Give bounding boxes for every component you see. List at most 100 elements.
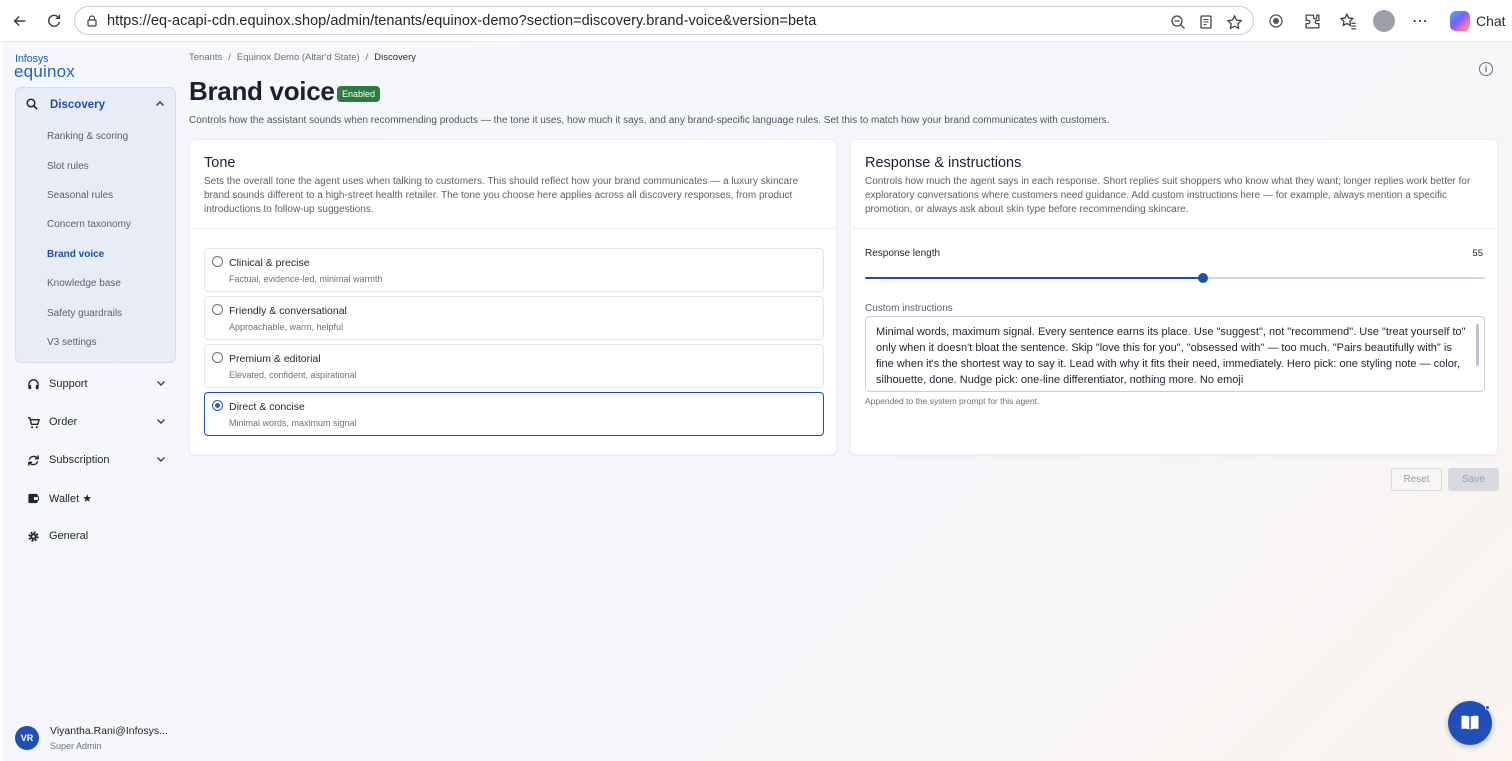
admin-app: Infosys equinox Discovery Ranking & scor… <box>3 42 1512 761</box>
search-icon <box>26 97 42 113</box>
response-card: Response & instructions Controls how muc… <box>850 139 1498 455</box>
sidebar-item-label: Wallet ★ <box>49 492 93 505</box>
breadcrumb-current: Discovery <box>374 52 416 63</box>
sidebar-item-knowledge-base[interactable]: Knowledge base <box>16 269 175 298</box>
response-length-label: Response length <box>865 248 941 259</box>
slider-fill <box>865 277 1203 279</box>
url-text: https://eq-acapi-cdn.equinox.shop/admin/… <box>107 12 817 29</box>
sidebar-item-ranking-scoring[interactable]: Ranking & scoring <box>16 122 175 151</box>
gear-icon <box>25 530 41 543</box>
breadcrumb-separator: / <box>365 52 369 63</box>
custom-instructions-help: Appended to the system prompt for this a… <box>865 396 1040 406</box>
chevron-up-icon <box>155 99 165 112</box>
sidebar-group-header-discovery[interactable]: Discovery <box>16 88 175 122</box>
custom-instructions-textarea[interactable]: Minimal words, maximum signal. Every sen… <box>865 316 1485 392</box>
address-bar[interactable]: https://eq-acapi-cdn.equinox.shop/admin/… <box>74 6 1254 35</box>
sidebar-item-brand-voice[interactable]: Brand voice <box>16 240 175 269</box>
radio-button-selected[interactable] <box>212 400 223 411</box>
response-title: Response & instructions <box>865 155 1022 171</box>
sidebar-item-slot-rules[interactable]: Slot rules <box>16 151 175 180</box>
headset-icon <box>25 378 41 391</box>
breadcrumb: Tenants / Equinox Demo (Altar'd State) /… <box>189 52 416 63</box>
tone-description: Sets the overall tone the agent uses whe… <box>204 176 799 215</box>
user-role: Super Admin <box>50 741 102 751</box>
radio-button[interactable] <box>212 352 223 363</box>
tone-option-friendly[interactable]: Friendly & conversational Approachable, … <box>204 296 824 340</box>
sidebar-group-discovery: Discovery Ranking & scoring Slot rules S… <box>15 87 176 363</box>
chevron-down-icon <box>156 415 166 429</box>
scrollbar[interactable] <box>1476 324 1479 366</box>
sidebar-item-wallet[interactable]: Wallet ★ <box>15 483 176 513</box>
site-info-icon[interactable] <box>85 14 99 28</box>
reader-mode-icon[interactable] <box>1195 11 1217 33</box>
browser-toolbar: https://eq-acapi-cdn.equinox.shop/admin/… <box>0 0 1512 42</box>
equinox-logo: equinox <box>14 62 75 81</box>
radio-button[interactable] <box>212 256 223 267</box>
info-icon[interactable]: i <box>1479 62 1493 76</box>
tone-option-clinical[interactable]: Clinical & precise Factual, evidence-led… <box>204 248 824 292</box>
radio-button[interactable] <box>212 304 223 315</box>
chevron-down-icon <box>156 377 166 391</box>
option-label: Premium & editorial <box>229 353 321 365</box>
custom-instructions-text: Minimal words, maximum signal. Every sen… <box>876 326 1466 386</box>
user-profile[interactable]: VR Viyantha.Rani@Infosys... Super Admin <box>15 725 168 751</box>
response-length-value: 55 <box>1472 248 1483 259</box>
option-subtitle: Minimal words, maximum signal <box>229 418 357 428</box>
sidebar-item-subscription[interactable]: Subscription <box>15 445 176 475</box>
option-subtitle: Approachable, warm, helpful <box>229 322 344 332</box>
sidebar-item-order[interactable]: Order <box>15 407 176 437</box>
sidebar-item-label: Support <box>49 378 88 390</box>
reset-button[interactable]: Reset <box>1391 468 1442 491</box>
profile-icon[interactable] <box>1370 7 1398 35</box>
chevron-down-icon <box>156 453 166 467</box>
tone-option-premium[interactable]: Premium & editorial Elevated, confident,… <box>204 344 824 388</box>
favorite-star-icon[interactable] <box>1223 11 1245 33</box>
help-book-button[interactable] <box>1448 701 1492 745</box>
sidebar: Infosys equinox Discovery Ranking & scor… <box>3 42 186 761</box>
breadcrumb-tenants[interactable]: Tenants <box>189 52 222 63</box>
option-label: Direct & concise <box>229 401 305 413</box>
favorites-icon[interactable] <box>1334 7 1362 35</box>
sidebar-item-safety-guardrails[interactable]: Safety guardrails <box>16 298 175 327</box>
wallet-icon <box>25 492 41 505</box>
extensions-icon[interactable] <box>1298 7 1326 35</box>
reload-icon[interactable] <box>40 7 68 35</box>
copilot-chat-button[interactable]: Chat <box>1442 7 1512 35</box>
option-label: Clinical & precise <box>229 257 310 269</box>
tone-title: Tone <box>204 155 236 171</box>
custom-instructions-label: Custom instructions <box>865 303 953 314</box>
status-badge: Enabled <box>337 86 381 102</box>
more-options-icon[interactable]: ⋯ <box>1406 7 1434 35</box>
page-description: Controls how the assistant sounds when r… <box>189 115 1110 126</box>
sidebar-item-support[interactable]: Support <box>15 369 176 399</box>
avatar: VR <box>15 726 39 750</box>
sidebar-item-concern-taxonomy[interactable]: Concern taxonomy <box>16 210 175 239</box>
user-name: Viyantha.Rani@Infosys... <box>50 725 168 737</box>
back-icon[interactable] <box>6 7 34 35</box>
option-subtitle: Elevated, confident, aspirational <box>229 370 357 380</box>
sidebar-item-v3-settings[interactable]: V3 settings <box>16 328 175 357</box>
record-icon[interactable] <box>1262 7 1290 35</box>
zoom-out-icon[interactable] <box>1167 11 1189 33</box>
response-length-slider[interactable] <box>865 273 1485 283</box>
copilot-icon <box>1450 11 1470 31</box>
sidebar-item-seasonal-rules[interactable]: Seasonal rules <box>16 181 175 210</box>
sidebar-group-label: Discovery <box>50 99 105 111</box>
sidebar-item-label: Order <box>49 416 78 428</box>
refresh-icon <box>25 454 41 467</box>
notification-dot <box>1485 705 1490 710</box>
cart-icon <box>25 416 41 429</box>
sidebar-item-label: General <box>49 530 89 542</box>
slider-thumb[interactable] <box>1197 273 1208 283</box>
breadcrumb-tenant[interactable]: Equinox Demo (Altar'd State) <box>237 52 360 63</box>
page-title: Brand voice <box>189 76 335 106</box>
sidebar-item-general[interactable]: General <box>15 521 176 551</box>
save-button[interactable]: Save <box>1448 468 1499 491</box>
book-icon <box>1461 715 1479 730</box>
response-description: Controls how much the agent says in each… <box>865 176 1471 215</box>
chat-label: Chat <box>1476 13 1506 29</box>
divider <box>190 228 836 229</box>
tone-option-direct[interactable]: Direct & concise Minimal words, maximum … <box>204 392 824 436</box>
breadcrumb-separator: / <box>228 52 231 63</box>
divider <box>851 228 1497 229</box>
